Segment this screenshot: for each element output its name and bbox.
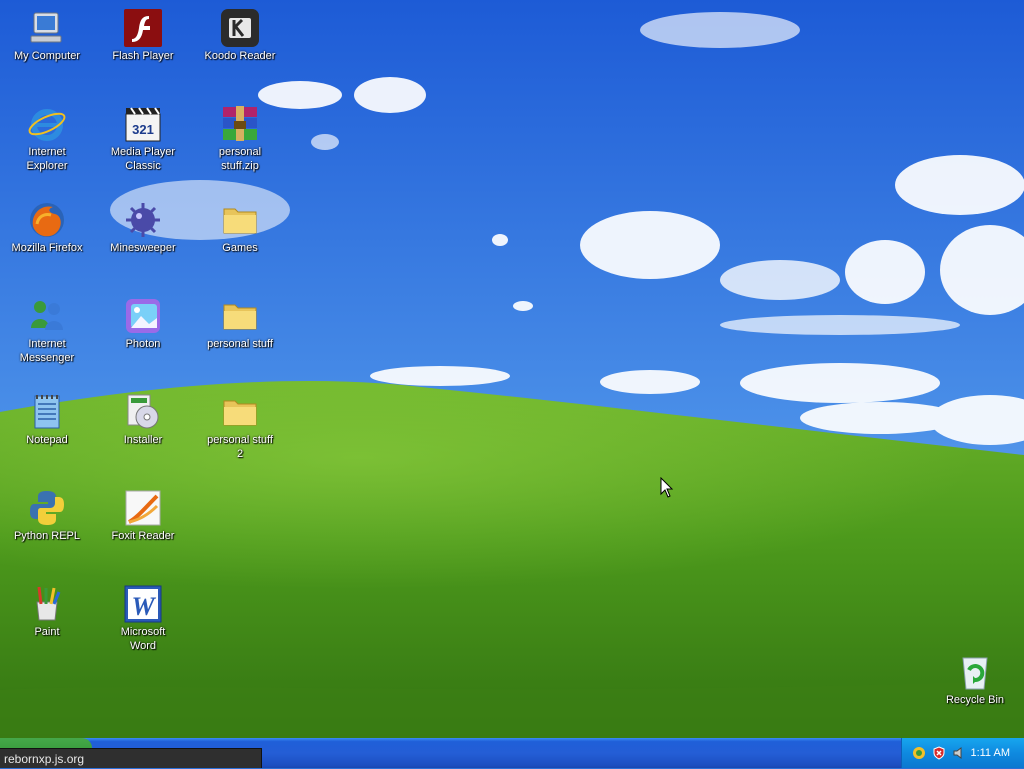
system-tray: 1:11 AM: [901, 738, 1024, 768]
desktop-icon-label: Games: [222, 242, 258, 254]
folder-icon: [223, 208, 257, 234]
desktop-icon-internet-messenger[interactable]: Internet Messenger: [5, 296, 89, 365]
desktop-icon-label: Recycle Bin: [945, 694, 1005, 706]
flash-player-icon: [124, 9, 162, 47]
desktop-icon-personal-stuff-2[interactable]: personal stuff 2: [198, 392, 282, 461]
desktop-icon-recycle-bin[interactable]: Recycle Bin: [933, 652, 1017, 707]
paint-icon: [36, 586, 61, 621]
desktop-icon-label: My Computer: [13, 50, 81, 62]
desktop-icon-python-repl[interactable]: Python REPL: [5, 488, 89, 543]
desktop-icon-label: Installer: [123, 434, 163, 446]
desktop-icon-label: Python REPL: [13, 530, 81, 542]
desktop-icon-label: Internet Messenger: [19, 338, 75, 364]
desktop-icon-label: Foxit Reader: [111, 530, 175, 542]
desktop-icon-my-computer[interactable]: My Computer: [5, 8, 89, 63]
desktop-icon-installer[interactable]: Installer: [101, 392, 185, 447]
desktop-icon-label: personal stuff: [207, 338, 273, 350]
desktop-icon-label: personal stuff 2: [207, 434, 273, 460]
desktop-icon-notepad[interactable]: Notepad: [5, 392, 89, 447]
network-icon[interactable]: [912, 746, 926, 760]
desktop-icon-games[interactable]: Games: [198, 200, 282, 255]
installer-icon: [127, 394, 159, 429]
desktop-icon-flash-player[interactable]: Flash Player: [101, 8, 185, 63]
desktop-icon-label: Mozilla Firefox: [11, 242, 83, 254]
desktop-icon-mozilla-firefox[interactable]: Mozilla Firefox: [5, 200, 89, 255]
koodo-reader-icon: [221, 9, 259, 47]
desktop-icon-microsoft-word[interactable]: W Microsoft Word: [101, 584, 185, 653]
desktop-icon-foxit-reader[interactable]: Foxit Reader: [101, 488, 185, 543]
media-player-classic-icon: 321: [125, 107, 161, 142]
python-icon: [30, 491, 64, 525]
desktop-icon-label: Paint: [34, 626, 60, 638]
word-icon: W: [124, 585, 162, 623]
svg-text:321: 321: [132, 122, 154, 137]
desktop-icon-label: Koodo Reader: [204, 50, 276, 62]
desktop-icon-label: Media Player Classic: [110, 146, 176, 172]
zip-archive-icon: [223, 106, 257, 141]
foxit-reader-icon: [125, 490, 161, 526]
messenger-icon: [31, 301, 63, 330]
desktop-icon-photon[interactable]: Photon: [101, 296, 185, 351]
desktop-icon-personal-stuff-zip[interactable]: personal stuff.zip: [198, 104, 282, 173]
desktop-icon-label: Microsoft Word: [120, 626, 166, 652]
notepad-icon: [34, 395, 60, 429]
desktop-icon-media-player-classic[interactable]: 321 Media Player Classic: [101, 104, 185, 173]
desktop-icon-label: Minesweeper: [110, 242, 176, 254]
desktop-icon-personal-stuff[interactable]: personal stuff: [198, 296, 282, 351]
minesweeper-icon: [126, 203, 160, 237]
desktop-icon-label: Photon: [125, 338, 161, 350]
desktop-icon-koodo-reader[interactable]: Koodo Reader: [198, 8, 282, 63]
internet-explorer-icon: [28, 109, 66, 141]
desktop-icon-internet-explorer[interactable]: Internet Explorer: [5, 104, 89, 173]
taskbar-clock[interactable]: 1:11 AM: [970, 746, 1010, 760]
svg-text:W: W: [131, 592, 156, 621]
status-url-tooltip: rebornxp.js.org: [0, 748, 262, 768]
photon-icon: [126, 299, 160, 333]
desktop-icon-label: Internet Explorer: [26, 146, 68, 172]
desktop-icon-paint[interactable]: Paint: [5, 584, 89, 639]
volume-icon[interactable]: [952, 746, 966, 760]
desktop-icon-minesweeper[interactable]: Minesweeper: [101, 200, 185, 255]
folder-icon: [223, 304, 257, 330]
desktop-icon-label: Flash Player: [112, 50, 174, 62]
security-alert-icon[interactable]: [932, 746, 946, 760]
mouse-cursor-icon: [660, 477, 674, 498]
firefox-icon: [30, 203, 64, 237]
folder-icon: [223, 400, 257, 426]
recycle-bin-icon: [962, 657, 988, 690]
my-computer-icon: [30, 12, 62, 43]
desktop-icon-label: Notepad: [26, 434, 68, 446]
desktop-icon-label: personal stuff.zip: [218, 146, 262, 172]
